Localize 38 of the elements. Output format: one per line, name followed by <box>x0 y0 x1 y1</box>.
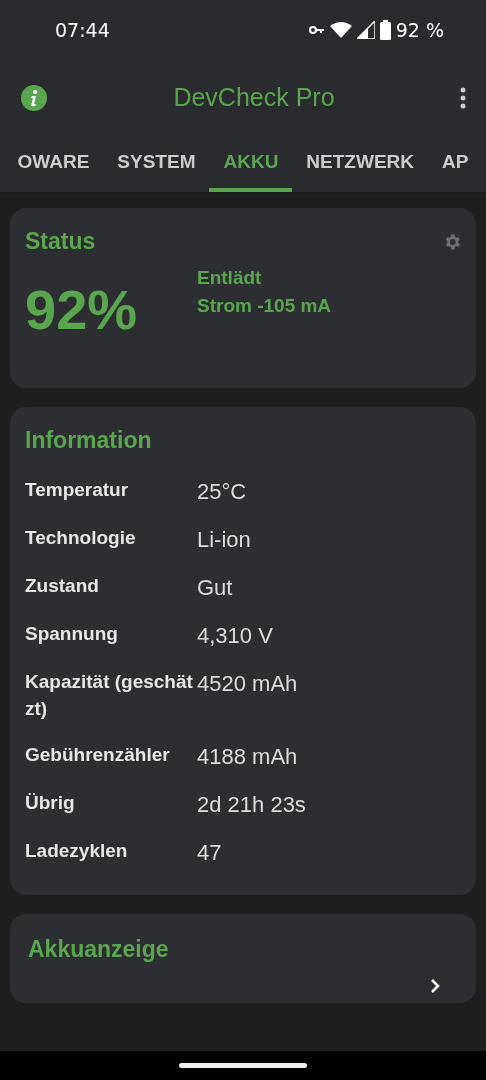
wifi-icon <box>329 22 352 38</box>
info-value: 2d 21h 23s <box>197 791 306 819</box>
card-title: Status <box>25 228 96 255</box>
chevron-icon <box>430 979 440 994</box>
info-label: Kapazität (geschätzt) <box>25 670 194 721</box>
card-title: Information <box>25 427 153 454</box>
current-reading: Strom -105 mA <box>197 295 332 317</box>
info-value: 4188 mAh <box>197 743 298 771</box>
info-label: Spannung <box>25 622 119 646</box>
tab[interactable]: OWARE <box>3 135 104 192</box>
battery-icon <box>379 20 391 40</box>
tab[interactable]: SYSTEM <box>103 135 210 192</box>
info-value: 47 <box>197 839 222 867</box>
home-handle[interactable] <box>179 1063 307 1068</box>
info-label: Ladezyklen <box>25 839 129 864</box>
info-value: Gut <box>197 574 233 601</box>
info-icon[interactable] <box>20 83 48 112</box>
info-label: Zustand <box>25 574 100 598</box>
info-label: Technologie <box>25 526 137 550</box>
charge-state: Entlädt <box>197 267 263 289</box>
info-value: Li-ion <box>197 526 251 553</box>
info-label: Gebührenzähler <box>25 743 171 768</box>
tab[interactable]: AP <box>428 135 483 192</box>
info-value: 25°C <box>197 478 247 505</box>
app-title: DevCheck Pro <box>172 83 336 112</box>
info-label: Temperatur <box>25 478 130 502</box>
info-label: Übrig <box>25 791 76 816</box>
tab[interactable]: NETZWERK <box>292 135 428 192</box>
signal-icon <box>356 21 375 39</box>
info-value: 4,310 V <box>197 622 273 649</box>
battery-level: 92% <box>25 277 139 342</box>
battery-monitor-card[interactable]: Akkuanzeige <box>10 914 476 1004</box>
more-options-icon[interactable] <box>460 86 466 109</box>
card-title: Akkuanzeige <box>28 936 169 964</box>
info-value: 4520 mAh <box>197 670 298 698</box>
battery-percent: 92 % <box>395 19 444 41</box>
status-time: 07:44 <box>55 19 110 41</box>
key-icon <box>308 25 325 35</box>
